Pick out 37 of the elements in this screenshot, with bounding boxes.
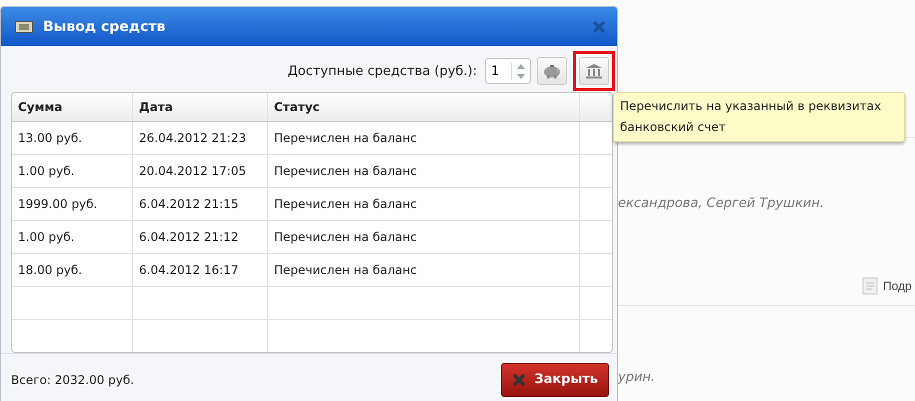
table-cell: Перечислен на баланс bbox=[268, 122, 580, 154]
bank-building-icon bbox=[585, 63, 603, 80]
table-cell: Перечислен на баланс bbox=[268, 221, 580, 254]
piggy-bank-icon bbox=[542, 63, 562, 80]
document-icon bbox=[862, 277, 878, 295]
table-cell: 6.04.2012 21:12 bbox=[133, 221, 268, 254]
table-cell: 1.00 руб. bbox=[12, 155, 133, 188]
table-cell: Перечислен на баланс bbox=[268, 254, 580, 286]
banknote-icon bbox=[15, 20, 33, 33]
page-text: урин. bbox=[618, 370, 656, 385]
bank-transfer-button[interactable] bbox=[579, 57, 609, 86]
spinner-down-icon[interactable] bbox=[516, 72, 526, 80]
table-cell: 6.04.2012 21:15 bbox=[133, 188, 268, 220]
column-header[interactable]: Сумма bbox=[12, 93, 133, 122]
close-icon[interactable] bbox=[593, 20, 605, 33]
column-header[interactable]: Дата bbox=[133, 93, 268, 122]
available-funds-label: Доступные средства (руб.): bbox=[288, 64, 477, 79]
table-cell: Перечислен на баланс bbox=[268, 188, 580, 220]
window-title: Вывод средств bbox=[43, 18, 166, 35]
table-cell: 13.00 руб. bbox=[12, 122, 133, 154]
close-button[interactable]: Закрыть bbox=[501, 362, 609, 397]
table-cell: 1.00 руб. bbox=[12, 221, 133, 254]
piggy-bank-button[interactable] bbox=[537, 57, 567, 86]
column-header[interactable]: Статус bbox=[268, 93, 580, 122]
amount-spinner[interactable]: 1 bbox=[485, 58, 531, 84]
table-cell: 6.04.2012 16:17 bbox=[133, 254, 268, 286]
table-cell: 26.04.2012 21:23 bbox=[133, 122, 268, 154]
spinner-up-icon[interactable] bbox=[516, 62, 526, 70]
page-text: ександрова, Сергей Трушкин. bbox=[618, 196, 824, 211]
table-cell: 1999.00 руб. bbox=[12, 188, 133, 220]
table-cell: 20.04.2012 17:05 bbox=[133, 155, 268, 188]
total-amount: Всего: 2032.00 руб. bbox=[11, 372, 134, 387]
tooltip: Перечислить на указанный в реквизитах банковский счет bbox=[613, 92, 905, 142]
page-link[interactable]: Подр bbox=[862, 277, 912, 295]
table-cell: Перечислен на баланс bbox=[268, 155, 580, 188]
table-cell: 18.00 руб. bbox=[12, 254, 133, 286]
close-icon bbox=[512, 372, 526, 387]
